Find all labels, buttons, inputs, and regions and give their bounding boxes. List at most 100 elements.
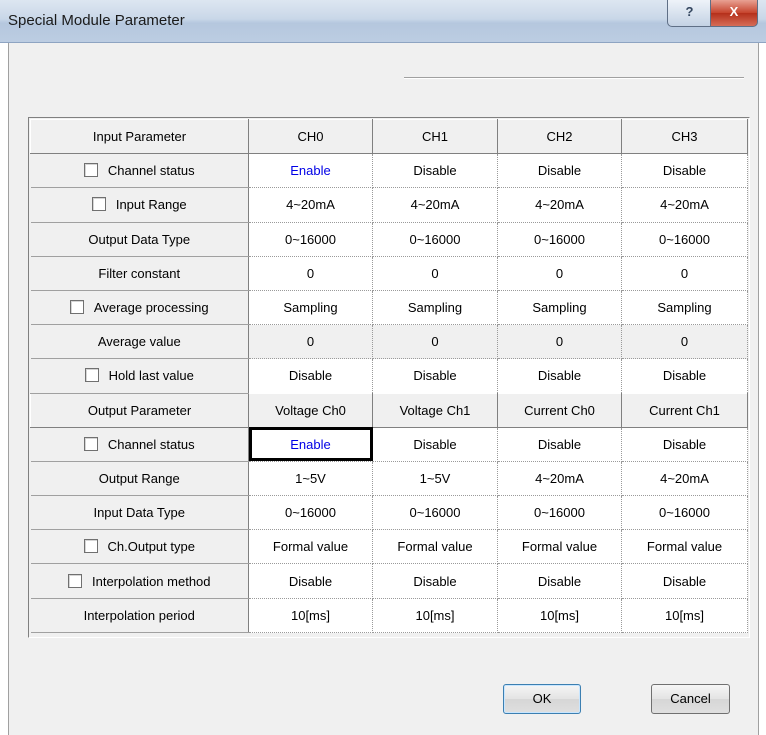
value-cell[interactable]: 0~16000 [248, 495, 373, 531]
value-cell[interactable]: 4~20mA [497, 461, 622, 497]
row-checkbox[interactable] [84, 368, 99, 383]
table-row: Input Data Type 0~16000 0~16000 0~16000 0~16… [30, 495, 748, 531]
row-checkbox[interactable] [69, 300, 84, 315]
row-label-text: Filter constant [98, 265, 181, 281]
value-cell[interactable]: 0 [621, 256, 748, 291]
close-button[interactable]: X [710, 0, 758, 27]
row-label: Interpolation method [30, 563, 249, 599]
table-row: Interpolation period 10[ms] 10[ms] 10[ms] 10… [30, 598, 748, 634]
value-cell[interactable]: Sampling [621, 290, 748, 326]
row-label-text: Input Data Type [93, 505, 186, 521]
output-parameter-header-cell: Voltage Ch1 [372, 392, 498, 428]
value-cell[interactable]: 0~16000 [248, 222, 373, 257]
value-cell[interactable]: Enable [248, 427, 373, 462]
row-label: Hold last value [30, 358, 249, 394]
output-parameter-header: Output Parameter Voltage Ch0 Voltage Ch1 Cu… [30, 392, 748, 428]
value-cell[interactable]: 10[ms] [372, 598, 498, 634]
value-cell[interactable]: Disable [497, 427, 622, 462]
value-cell[interactable]: 0 [497, 256, 622, 291]
row-checkbox[interactable] [67, 573, 82, 588]
row-checkbox[interactable] [83, 163, 98, 178]
value-cell[interactable]: 0 [372, 256, 498, 291]
row-label-text: Input Range [115, 197, 187, 213]
value-cell[interactable]: Disable [621, 153, 748, 189]
table-row: Output Range 1~5V 1~5V 4~20mA 4~20mA [30, 461, 748, 497]
value-cell[interactable]: Formal value [248, 529, 373, 565]
row-checkbox[interactable] [83, 436, 98, 451]
dialog-body: Input Parameter CH0 CH1 CH2 CH3 Channel statu… [8, 43, 759, 735]
row-checkbox[interactable] [83, 539, 98, 554]
value-cell[interactable]: Sampling [248, 290, 373, 326]
value-cell[interactable]: Formal value [497, 529, 622, 565]
value-cell[interactable]: Disable [497, 358, 622, 394]
input-parameter-header-label: Input Parameter [30, 118, 249, 155]
value-cell[interactable]: 4~20mA [372, 187, 498, 223]
row-label-text: Output Range [98, 470, 180, 486]
value-cell[interactable]: 4~20mA [621, 461, 748, 497]
input-parameter-header-cell: CH1 [372, 118, 498, 155]
cancel-button[interactable]: Cancel [651, 684, 730, 714]
value-cell[interactable]: 4~20mA [497, 187, 622, 223]
value-cell[interactable]: 0~16000 [372, 495, 498, 531]
row-label-text: Average processing [93, 300, 209, 316]
value-cell[interactable]: 0 [248, 324, 373, 360]
value-cell[interactable]: 10[ms] [497, 598, 622, 634]
table-row: Channel status Enable Disable Disable Disabl… [30, 153, 748, 189]
value-cell[interactable]: 0~16000 [497, 222, 622, 257]
value-cell[interactable]: Formal value [372, 529, 498, 565]
row-label-text: Ch.Output type [107, 539, 195, 555]
row-label: Ch.Output type [30, 529, 249, 565]
value-cell[interactable]: Enable [248, 153, 373, 189]
value-cell[interactable]: Disable [497, 563, 622, 599]
value-cell[interactable]: 10[ms] [621, 598, 748, 634]
row-label: Filter constant [30, 256, 249, 291]
value-cell[interactable]: Disable [621, 427, 748, 462]
value-cell[interactable]: 1~5V [248, 461, 373, 497]
value-cell[interactable]: Disable [372, 427, 498, 462]
output-parameter-header-label: Output Parameter [30, 392, 249, 428]
value-cell[interactable]: Sampling [497, 290, 622, 326]
value-cell[interactable]: Sampling [372, 290, 498, 326]
table-row: Average processing Sampling Sampling Sampli… [30, 290, 748, 326]
value-cell[interactable]: 10[ms] [248, 598, 373, 634]
value-cell[interactable]: Disable [372, 563, 498, 599]
window-title: Special Module Parameter [8, 12, 185, 29]
value-cell[interactable]: 4~20mA [248, 187, 373, 223]
ok-button[interactable]: OK [503, 684, 581, 714]
input-parameter-header-cell: CH3 [621, 118, 748, 155]
row-label: Average processing [30, 290, 249, 326]
table-row: Output Data Type 0~16000 0~16000 0~16000 0~1… [30, 222, 748, 257]
row-label: Output Data Type [30, 222, 249, 257]
value-cell[interactable]: 0 [497, 324, 622, 360]
value-cell[interactable]: Disable [372, 153, 498, 189]
help-button[interactable]: ? [667, 0, 712, 27]
value-cell[interactable]: Formal value [621, 529, 748, 565]
row-label: Input Range [30, 187, 249, 223]
value-cell[interactable]: Disable [621, 358, 748, 394]
output-parameter-header-cell: Current Ch0 [497, 392, 622, 428]
value-cell[interactable]: 0~16000 [621, 495, 748, 531]
table-row: Average value 0 0 0 0 [30, 324, 748, 360]
value-cell[interactable]: 0 [372, 324, 498, 360]
title-bar[interactable]: Special Module Parameter ? X [0, 0, 766, 43]
row-label: Input Data Type [30, 495, 249, 531]
row-checkbox[interactable] [91, 197, 106, 212]
value-cell[interactable]: Disable [372, 358, 498, 394]
value-cell[interactable]: 0~16000 [621, 222, 748, 257]
row-label-text: Average value [97, 334, 181, 350]
row-label-text: Interpolation period [83, 607, 195, 623]
value-cell[interactable]: 0~16000 [372, 222, 498, 257]
value-cell[interactable]: Disable [248, 563, 373, 599]
value-cell[interactable]: 0 [621, 324, 748, 360]
value-cell[interactable]: 1~5V [372, 461, 498, 497]
value-cell[interactable]: 4~20mA [621, 187, 748, 223]
table-row: Ch.Output type Formal value Formal value Fo… [30, 529, 748, 565]
row-label-text: Interpolation method [91, 573, 211, 589]
value-cell[interactable]: Disable [621, 563, 748, 599]
value-cell[interactable]: Disable [248, 358, 373, 394]
value-cell[interactable]: 0 [248, 256, 373, 291]
value-cell[interactable]: Disable [497, 153, 622, 189]
row-label: Interpolation period [30, 598, 249, 634]
value-cell[interactable]: 0~16000 [497, 495, 622, 531]
parameter-grid[interactable]: Input Parameter CH0 CH1 CH2 CH3 Channel statu… [30, 118, 748, 634]
